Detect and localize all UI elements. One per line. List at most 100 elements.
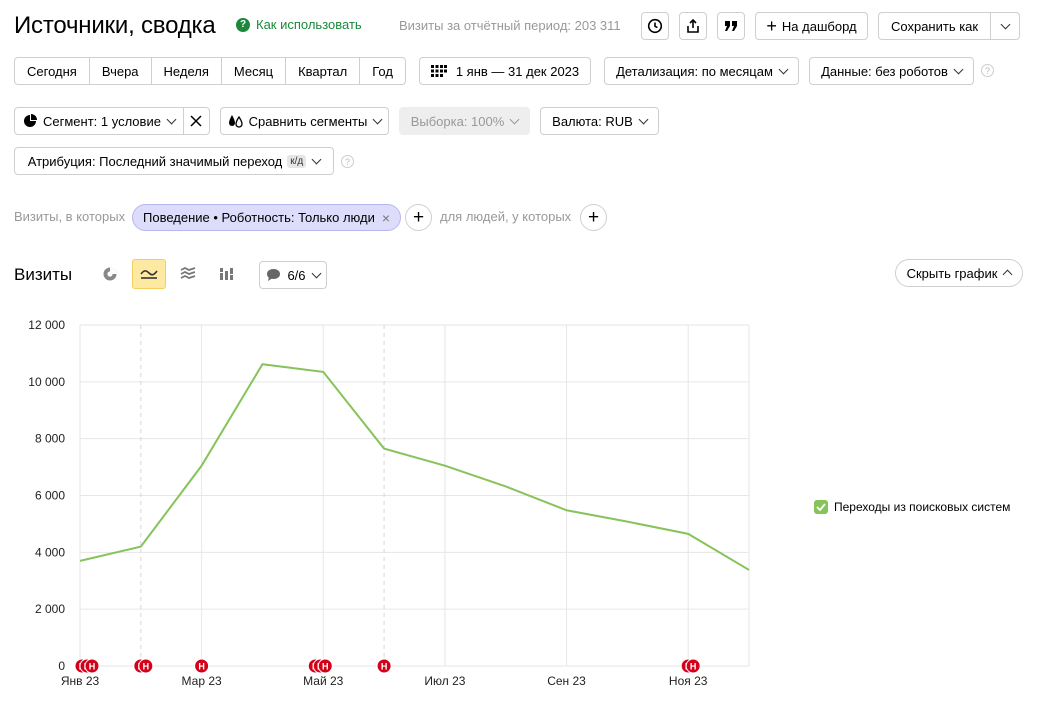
filter-chip[interactable]: Поведение • Роботность: Только люди × (132, 204, 402, 231)
x-tick-label: Янв 23 (61, 674, 100, 688)
annotations-count: 6/6 (287, 267, 306, 283)
dashboard-label: На дашборд (781, 18, 857, 34)
pie-chart-icon (103, 267, 117, 281)
filter-prefix: Визиты, в которых (14, 209, 126, 224)
x-tick-label: Мар 23 (182, 674, 222, 688)
attribution-label: Атрибуция: Последний значимый переход (27, 153, 283, 169)
chevron-down-icon (166, 114, 177, 124)
pie-icon (24, 114, 37, 127)
stacked-area-icon (180, 267, 196, 279)
annotation-marker-label: Н (89, 662, 96, 672)
quote-icon (725, 21, 737, 31)
sample-dropdown: Выборка: 100% (399, 107, 530, 135)
checkbox-icon[interactable] (814, 500, 828, 514)
comment-icon (267, 269, 281, 281)
how-to-use-link[interactable]: ? Как использовать (236, 17, 362, 32)
y-tick-label: 2 000 (35, 602, 65, 616)
annotation-marker-label: Н (690, 662, 697, 672)
data-dropdown[interactable]: Данные: без роботов (809, 57, 974, 85)
plus-icon: + (412, 207, 425, 228)
chevron-down-icon (311, 268, 321, 278)
filter-people: для людей, у которых (440, 209, 572, 224)
quote-button[interactable] (717, 12, 745, 40)
segment-label: Сегмент: 1 условие (43, 113, 161, 129)
period-yesterday[interactable]: Вчера (90, 58, 152, 84)
pie-chart-view-button[interactable] (93, 259, 127, 289)
chevron-down-icon (372, 114, 383, 124)
close-icon[interactable]: × (382, 210, 390, 226)
chevron-down-icon (311, 154, 322, 164)
calendar-icon (430, 65, 447, 77)
legend-series-label: Переходы из поисковых систем (834, 500, 1011, 514)
close-icon[interactable] (184, 115, 209, 127)
sample-label: Выборка: 100% (410, 113, 505, 129)
period-today[interactable]: Сегодня (15, 58, 90, 84)
period-selector: Сегодня Вчера Неделя Месяц Квартал Год (14, 57, 406, 85)
period-month[interactable]: Месяц (222, 58, 287, 84)
segment-dropdown[interactable]: Сегмент: 1 условие (14, 107, 210, 135)
y-tick-label: 4 000 (35, 545, 65, 559)
bar-chart-icon (220, 268, 233, 280)
chart-legend[interactable]: Переходы из поисковых систем (814, 500, 1010, 514)
plus-icon: + (587, 207, 600, 228)
line-chart[interactable]: 0 2 000 4 000 6 000 8 000 10 000 12 000 Янв 23 М… (0, 300, 800, 700)
date-range-button[interactable]: 1 янв — 31 дек 2023 (419, 57, 591, 85)
line-chart-view-button[interactable] (132, 259, 166, 289)
x-tick-label: Май 23 (303, 674, 344, 688)
add-visit-filter-button[interactable]: + (405, 204, 432, 231)
annotation-marker-label: Н (198, 662, 205, 672)
hide-chart-label: Скрыть график (906, 265, 998, 281)
save-as-label: Сохранить как (879, 13, 992, 39)
currency-dropdown[interactable]: Валюта: RUB (540, 107, 659, 135)
add-people-filter-button[interactable]: + (580, 204, 607, 231)
chevron-up-icon (1002, 269, 1013, 280)
bar-chart-view-button[interactable] (210, 259, 244, 289)
chevron-down-icon[interactable] (991, 19, 1019, 29)
y-tick-label: 0 (58, 659, 65, 673)
annotations-dropdown[interactable]: 6/6 (259, 261, 327, 289)
help-icon[interactable]: ? (981, 64, 994, 77)
chevron-down-icon (638, 114, 649, 124)
help-icon[interactable]: ? (341, 155, 354, 168)
attribution-dropdown[interactable]: Атрибуция: Последний значимый переход к/… (14, 147, 334, 175)
x-tick-label: Ноя 23 (669, 674, 708, 688)
drops-icon (228, 115, 243, 128)
compare-segments-label: Сравнить сегменты (248, 113, 368, 129)
currency-label: Валюта: RUB (552, 113, 633, 129)
history-button[interactable] (641, 12, 669, 40)
attribution-badge: к/д (287, 154, 307, 168)
line-chart-icon (140, 270, 158, 279)
y-tick-label: 8 000 (35, 432, 65, 446)
date-range-label: 1 янв — 31 дек 2023 (455, 63, 580, 79)
period-quarter[interactable]: Квартал (286, 58, 361, 84)
chevron-down-icon (953, 64, 964, 74)
visits-total: Визиты за отчётный период: 203 311 (399, 18, 621, 33)
series-line (79, 363, 750, 571)
y-tick-label: 12 000 (28, 318, 65, 332)
x-tick-label: Сен 23 (547, 674, 586, 688)
plus-icon: + (766, 16, 777, 36)
page-title: Источники, сводка (14, 12, 216, 39)
y-tick-label: 6 000 (35, 489, 65, 503)
detail-label: Детализация: по месяцам (616, 63, 773, 79)
period-week[interactable]: Неделя (152, 58, 222, 84)
export-button[interactable] (679, 12, 707, 40)
annotation-marker-label: Н (143, 662, 150, 672)
y-tick-label: 10 000 (28, 375, 65, 389)
clock-icon (647, 18, 663, 34)
save-as-button[interactable]: Сохранить как (878, 12, 1020, 40)
hide-chart-button[interactable]: Скрыть график (895, 259, 1023, 287)
add-to-dashboard-button[interactable]: + На дашборд (755, 12, 868, 40)
area-chart-view-button[interactable] (171, 259, 205, 289)
data-label: Данные: без роботов (821, 63, 948, 79)
annotation-marker-label: Н (381, 662, 388, 672)
chevron-down-icon (509, 114, 520, 124)
period-year[interactable]: Год (360, 58, 405, 84)
question-icon: ? (236, 17, 250, 32)
x-tick-label: Июл 23 (424, 674, 465, 688)
detail-dropdown[interactable]: Детализация: по месяцам (604, 57, 799, 85)
compare-segments-dropdown[interactable]: Сравнить сегменты (220, 107, 389, 135)
how-to-use-label: Как использовать (256, 17, 362, 32)
chart-title: Визиты (14, 265, 73, 284)
filter-chip-label: Поведение • Роботность: Только люди (143, 210, 375, 225)
